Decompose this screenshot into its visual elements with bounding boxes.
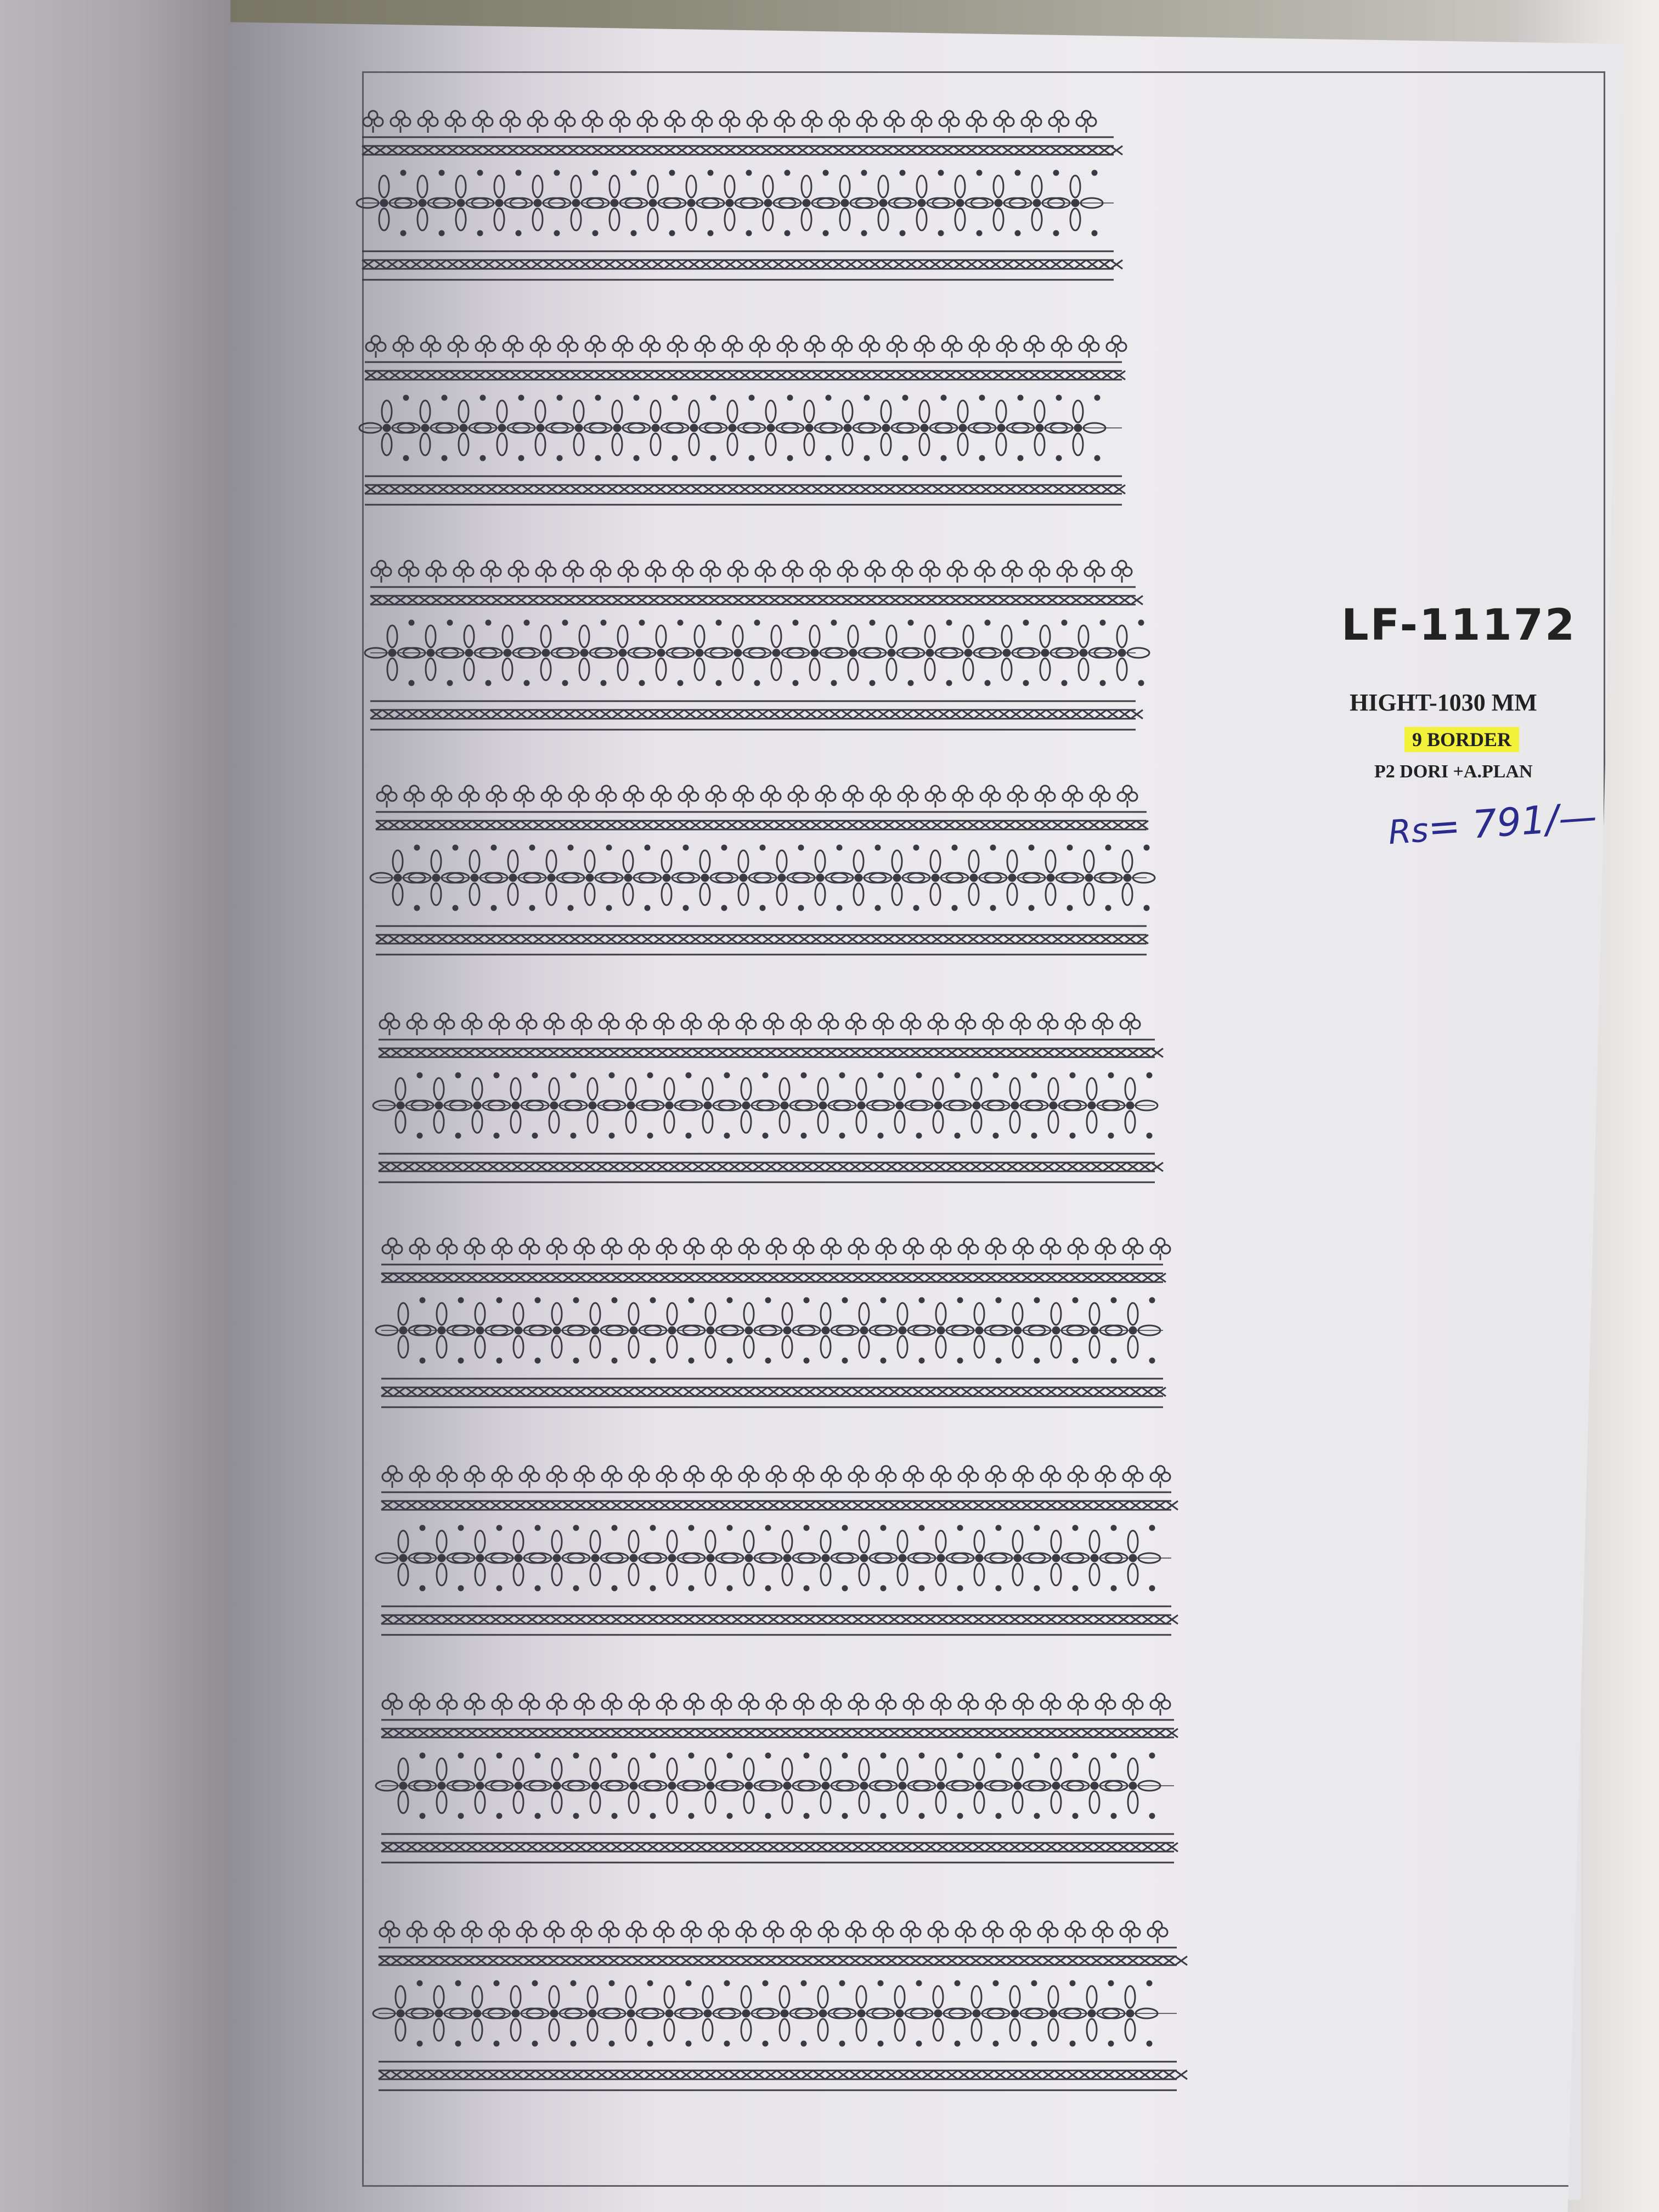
binder-cover xyxy=(0,0,230,2212)
spec-text: P2 DORI +A.PLAN xyxy=(1374,761,1533,782)
lace-border xyxy=(375,1237,1171,1408)
lace-border xyxy=(372,1920,1188,2091)
photo-scene: LF-11172 HIGHT-1030 MM 9 BORDER P2 DORI … xyxy=(0,0,1659,2212)
lace-border xyxy=(372,1012,1164,1183)
lace-border xyxy=(375,1465,1178,1636)
lace-border xyxy=(356,110,1123,281)
catalog-page: LF-11172 HIGHT-1030 MM 9 BORDER P2 DORI … xyxy=(219,22,1624,2212)
lace-border xyxy=(358,335,1127,506)
border-designs xyxy=(356,110,1188,2091)
lace-border xyxy=(364,560,1150,731)
design-code: LF-11172 xyxy=(1341,601,1577,650)
lace-border xyxy=(375,1692,1178,1864)
border-count-text: 9 BORDER xyxy=(1404,727,1520,752)
height-text: HIGHT-1030 MM xyxy=(1350,689,1537,716)
price-prefix: Rs xyxy=(1387,811,1430,853)
lace-border xyxy=(369,785,1156,956)
